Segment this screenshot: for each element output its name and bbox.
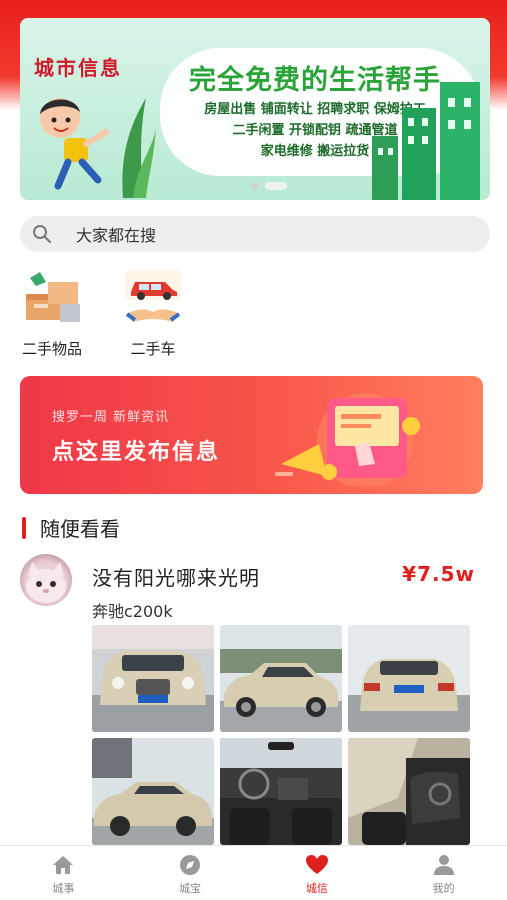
phone-megaphone-icon — [275, 393, 420, 486]
car-handshake-icon — [125, 270, 181, 322]
tab-cheng-xin[interactable]: 城信 — [254, 846, 381, 900]
post-description: 奔驰c200k — [92, 602, 173, 621]
user-icon — [433, 855, 454, 875]
section-header: 随便看看 — [22, 513, 120, 542]
pagination-dot-active[interactable] — [265, 182, 287, 190]
promo-banner[interactable]: 城市信息 完全免费的生活帮手 房屋出售 铺面转让 招聘求职 保姆护工 二手闲置 … — [20, 18, 490, 200]
banner-brand: 城市信息 — [34, 56, 122, 80]
publish-title: 点这里发布信息 — [52, 440, 221, 465]
publish-banner[interactable]: 搜罗一周 新鲜资讯 点这里发布信息 — [20, 376, 483, 494]
compass-icon — [180, 855, 201, 875]
tab-cheng-bao[interactable]: 城宝 — [127, 846, 254, 900]
tab-label: 城事 — [52, 882, 75, 895]
search-icon — [33, 225, 51, 243]
category-second-hand-goods[interactable]: 二手物品 — [12, 268, 92, 359]
home-icon — [53, 856, 74, 874]
cat-avatar-icon — [26, 562, 66, 603]
tab-label: 城信 — [305, 882, 328, 895]
category-label: 二手物品 — [21, 340, 82, 358]
car-photo[interactable] — [92, 625, 214, 732]
car-photo[interactable] — [220, 738, 342, 845]
cartoon-person-icon — [40, 98, 156, 198]
car-photo[interactable] — [92, 738, 214, 845]
tab-wo-de[interactable]: 我的 — [380, 846, 507, 900]
heart-icon — [305, 855, 328, 874]
tab-label: 城宝 — [179, 882, 202, 895]
bottom-tab-bar: 城事 城宝 城信 我的 — [0, 845, 507, 900]
category-label: 二手车 — [130, 340, 176, 358]
post-price: ¥7.5w — [402, 562, 475, 586]
buildings-icon — [372, 82, 480, 200]
post-title[interactable]: 没有阳光哪来光明 — [92, 562, 260, 591]
category-used-car[interactable]: 二手车 — [113, 268, 193, 359]
tab-cheng-shi[interactable]: 城事 — [0, 846, 127, 900]
publish-subtitle: 搜罗一周 新鲜资讯 — [52, 410, 170, 425]
car-photo[interactable] — [348, 625, 470, 732]
section-bar — [22, 516, 26, 539]
pagination-dot[interactable] — [251, 182, 259, 190]
section-title: 随便看看 — [40, 517, 120, 541]
search-placeholder[interactable]: 大家都在搜 — [76, 222, 156, 246]
tab-label: 我的 — [432, 882, 455, 895]
avatar[interactable] — [20, 554, 72, 606]
banner-pagination — [251, 182, 287, 190]
search-bar[interactable]: 大家都在搜 — [20, 216, 490, 252]
boxes-icon — [26, 272, 80, 322]
car-photo[interactable] — [348, 738, 470, 845]
car-photo[interactable] — [220, 625, 342, 732]
